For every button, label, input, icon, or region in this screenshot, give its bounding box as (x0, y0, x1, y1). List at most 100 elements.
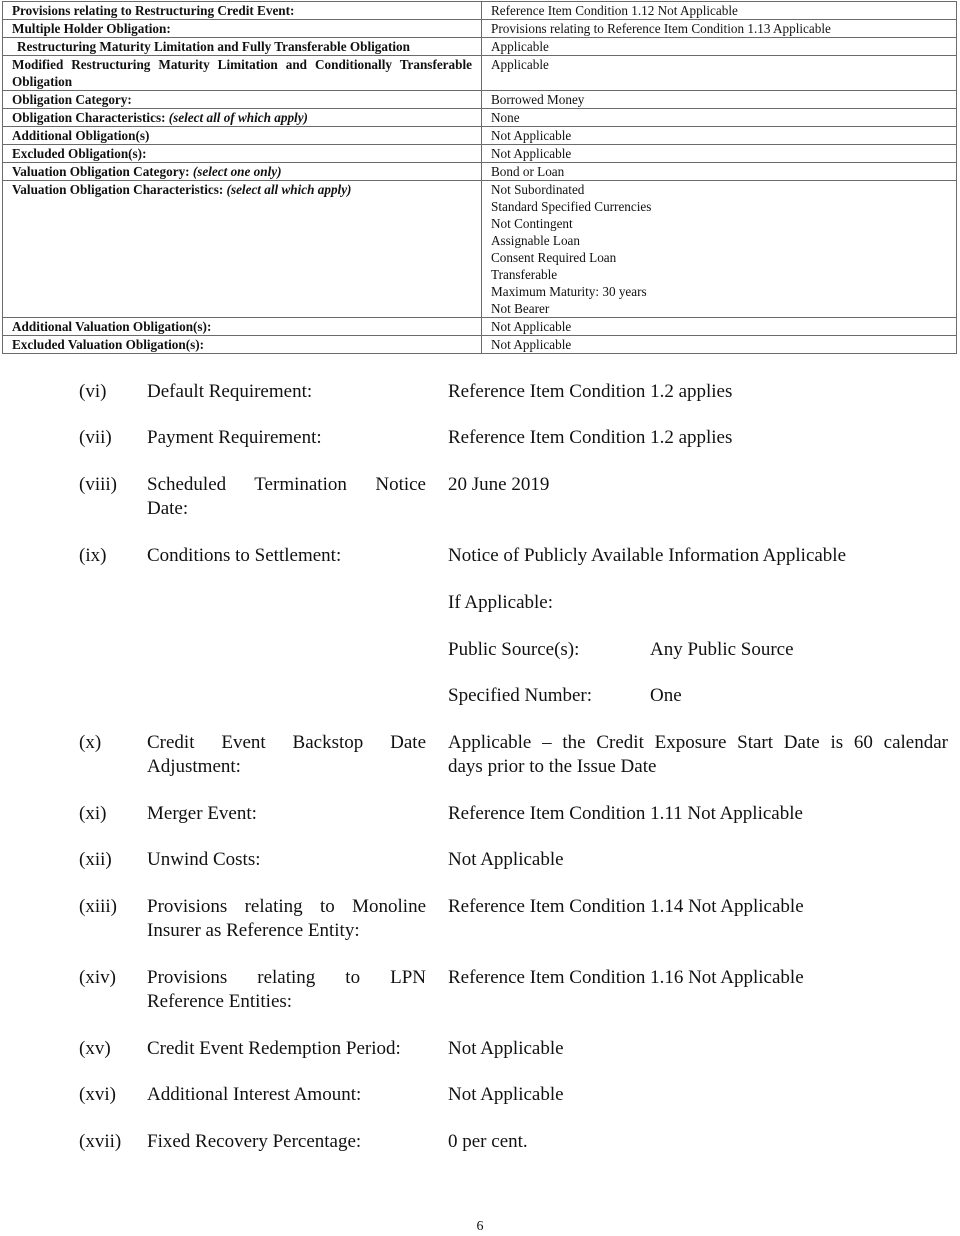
row-value-list: Not Subordinated Standard Specified Curr… (481, 180, 957, 318)
table-row: Modified Restructuring Maturity Limitati… (2, 55, 957, 91)
item-number: (xiv) (79, 967, 116, 988)
public-source-label: Public Source(s): (448, 639, 580, 660)
row-value: Not Applicable (481, 335, 957, 354)
page-number: 6 (476, 1219, 484, 1234)
row-label: Restructuring Maturity Limitation and Fu… (2, 37, 482, 56)
row-value: None (481, 108, 957, 127)
row-value: Applicable (481, 55, 957, 91)
row-label: Multiple Holder Obligation: (2, 19, 482, 38)
item-value: Applicable – the Credit Exposure Start D… (448, 731, 948, 779)
item-value: Not Applicable (448, 1038, 564, 1059)
terms-table: Provisions relating to Restructuring Cre… (2, 1, 957, 354)
table-row: Additional Obligation(s) Not Applicable (2, 126, 957, 145)
characteristic-item: Consent Required Loan (491, 250, 617, 265)
table-row: Restructuring Maturity Limitation and Fu… (2, 37, 957, 56)
item-label: Provisions relating to Monoline Insurer … (147, 895, 426, 943)
item-label-line: Date: (147, 498, 189, 519)
row-label: Excluded Valuation Obligation(s): (2, 335, 482, 354)
item-label: Unwind Costs: (147, 849, 261, 870)
item-label-line: Adjustment: (147, 756, 241, 777)
specified-number-value: One (650, 685, 682, 706)
item-label: Credit Event Redemption Period: (147, 1038, 401, 1059)
item-label: Scheduled Termination Notice Date: (147, 473, 426, 521)
item-value: Not Applicable (448, 1084, 564, 1105)
row-label: Additional Obligation(s) (2, 126, 482, 145)
table-row: Excluded Obligation(s): Not Applicable (2, 144, 957, 163)
table-row: Obligation Category: Borrowed Money (2, 90, 957, 109)
row-label-cell: Valuation Obligation Category: (select o… (2, 162, 482, 181)
item-label: Fixed Recovery Percentage: (147, 1131, 362, 1152)
item-value-line: Applicable – the Credit Exposure Start D… (448, 732, 948, 753)
item-label-line: Scheduled Termination Notice (147, 474, 426, 495)
table-row: Provisions relating to Restructuring Cre… (2, 1, 957, 20)
table-row: Obligation Characteristics: (select all … (2, 108, 957, 127)
table-row: Valuation Obligation Characteristics: (s… (2, 180, 957, 318)
item-number: (xvii) (79, 1131, 122, 1152)
item-label: Payment Requirement: (147, 427, 322, 448)
item-label-line: Credit Event Backstop Date (147, 732, 426, 753)
item-label-line: Insurer as Reference Entity: (147, 920, 360, 941)
item-value: Not Applicable (448, 849, 564, 870)
characteristic-item: Maximum Maturity: 30 years (491, 284, 647, 299)
row-label: Provisions relating to Restructuring Cre… (2, 1, 482, 20)
table-row: Valuation Obligation Category: (select o… (2, 162, 957, 181)
row-value: Applicable (481, 37, 957, 56)
characteristic-item: Not Bearer (491, 301, 550, 316)
item-label-line: Provisions relating to Monoline (147, 896, 426, 917)
item-value: Notice of Publicly Available Information… (448, 545, 847, 566)
table-row: Additional Valuation Obligation(s): Not … (2, 317, 957, 336)
row-value: Bond or Loan (481, 162, 957, 181)
row-label-note: (select all which apply) (226, 182, 352, 197)
row-label: Additional Valuation Obligation(s): (2, 317, 482, 336)
row-value: Not Applicable (481, 317, 957, 336)
specified-number-label: Specified Number: (448, 685, 593, 706)
item-value: Reference Item Condition 1.11 Not Applic… (448, 803, 803, 824)
item-label: Merger Event: (147, 803, 257, 824)
row-label: Modified Restructuring Maturity Limitati… (2, 55, 482, 91)
row-label-note: (select one only) (192, 164, 282, 179)
item-label: Provisions relating to LPN Reference Ent… (147, 966, 426, 1014)
item-value: 20 June 2019 (448, 474, 550, 495)
characteristic-item: Not Subordinated (491, 182, 585, 197)
item-number: (xii) (79, 849, 112, 870)
table-row: Excluded Valuation Obligation(s): Not Ap… (2, 335, 957, 354)
row-label: Obligation Category: (2, 90, 482, 109)
item-value-line: days prior to the Issue Date (448, 756, 657, 777)
row-label-cell: Valuation Obligation Characteristics: (s… (2, 180, 482, 318)
item-number: (xvi) (79, 1084, 116, 1105)
characteristic-item: Standard Specified Currencies (491, 199, 652, 214)
row-value: Provisions relating to Reference Item Co… (481, 19, 957, 38)
row-value: Reference Item Condition 1.12 Not Applic… (481, 1, 957, 20)
item-value: Reference Item Condition 1.2 applies (448, 427, 733, 448)
row-label: Obligation Characteristics: (12, 110, 166, 125)
item-label: Additional Interest Amount: (147, 1084, 362, 1105)
item-label: Default Requirement: (147, 381, 313, 402)
item-number: (vii) (79, 427, 112, 448)
row-label: Excluded Obligation(s): (2, 144, 482, 163)
item-label-line: Provisions relating to LPN (147, 967, 426, 988)
if-applicable-label: If Applicable: (448, 592, 553, 613)
item-number: (vi) (79, 381, 107, 402)
item-number: (x) (79, 732, 102, 753)
item-number: (ix) (79, 545, 107, 566)
item-value: Reference Item Condition 1.16 Not Applic… (448, 967, 804, 988)
row-value: Not Applicable (481, 126, 957, 145)
characteristic-item: Assignable Loan (491, 233, 580, 248)
public-source-value: Any Public Source (650, 639, 794, 660)
row-label: Valuation Obligation Characteristics: (12, 182, 224, 197)
table-row: Multiple Holder Obligation: Provisions r… (2, 19, 957, 38)
item-label: Credit Event Backstop Date Adjustment: (147, 731, 426, 779)
item-label-line: Reference Entities: (147, 991, 293, 1012)
row-label-cell: Obligation Characteristics: (select all … (2, 108, 482, 127)
row-value: Borrowed Money (481, 90, 957, 109)
item-number: (xiii) (79, 896, 117, 917)
item-number: (xi) (79, 803, 107, 824)
item-number: (xv) (79, 1038, 111, 1059)
item-value: Reference Item Condition 1.14 Not Applic… (448, 896, 804, 917)
characteristic-item: Not Contingent (491, 216, 573, 231)
item-value: Reference Item Condition 1.2 applies (448, 381, 733, 402)
item-value: 0 per cent. (448, 1131, 528, 1152)
characteristic-item: Transferable (491, 267, 558, 282)
row-label-note: (select all of which apply) (168, 110, 308, 125)
row-value: Not Applicable (481, 144, 957, 163)
